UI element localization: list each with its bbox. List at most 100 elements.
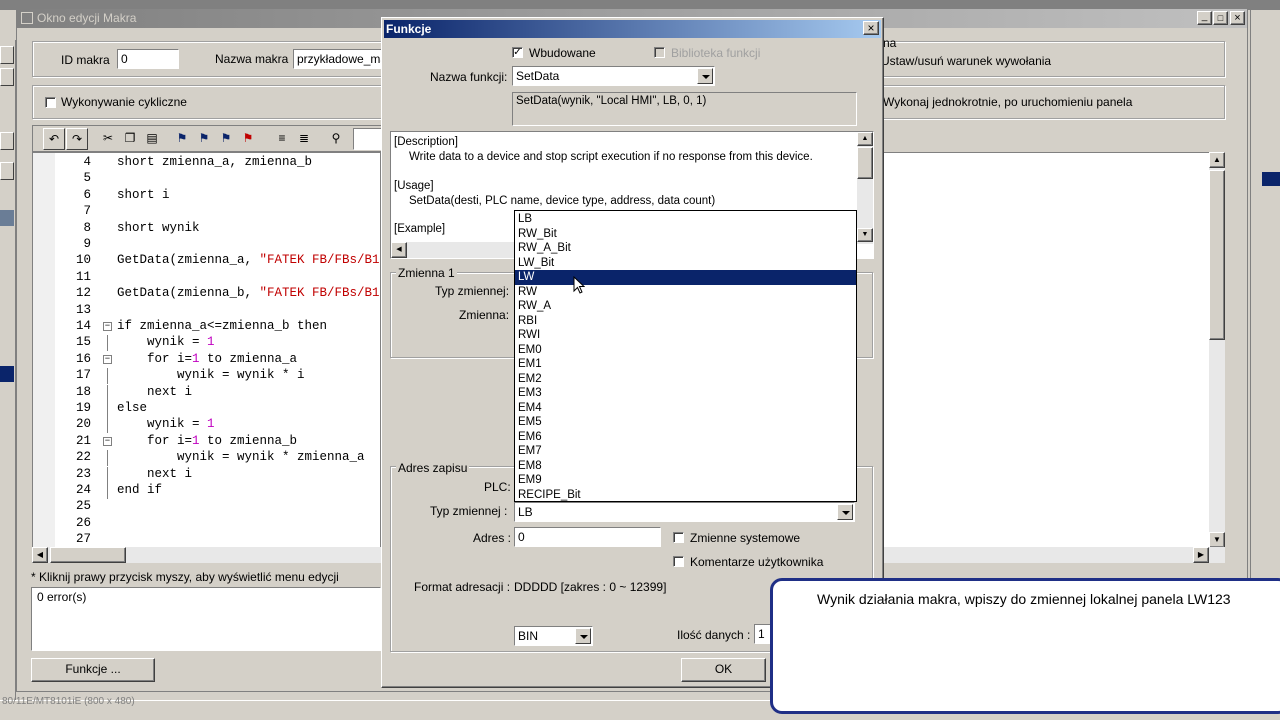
vscroll-thumb[interactable] bbox=[1209, 170, 1225, 340]
outdent-icon[interactable]: ≣ bbox=[293, 128, 315, 150]
dropdown-option[interactable]: EM1 bbox=[515, 357, 856, 372]
dropdown-option[interactable]: RW_Bit bbox=[515, 227, 856, 242]
indent-icon[interactable]: ≡ bbox=[271, 128, 293, 150]
tool-icon[interactable] bbox=[0, 68, 14, 86]
dropdown-option[interactable]: EM4 bbox=[515, 401, 856, 416]
code-line[interactable]: 27 bbox=[33, 532, 380, 547]
trigger-label[interactable]: Ustaw/usuń warunek wywołania bbox=[881, 54, 1071, 68]
code-line[interactable]: 22 wynik = wynik * zmienna_a bbox=[33, 450, 380, 467]
code-line[interactable]: 24 end if bbox=[33, 483, 380, 500]
chevron-down-icon[interactable] bbox=[697, 68, 713, 84]
code-line[interactable]: 15 wynik = 1 bbox=[33, 335, 380, 352]
right-panel-dropdown[interactable] bbox=[1262, 172, 1280, 186]
code-line[interactable]: 10 GetData(zmienna_a, "FATEK FB/FBs/B1/B bbox=[33, 253, 380, 270]
code-line[interactable]: 23 next i bbox=[33, 466, 380, 484]
address-input[interactable]: 0 bbox=[514, 527, 661, 547]
dropdown-option[interactable]: RBI bbox=[515, 314, 856, 329]
close-button[interactable]: × bbox=[1230, 11, 1245, 25]
dropdown-option[interactable]: EM5 bbox=[515, 415, 856, 430]
code-line[interactable]: 6 short i bbox=[33, 188, 380, 205]
code-line[interactable]: 5 bbox=[33, 171, 380, 188]
help-scroll-left[interactable]: ◀ bbox=[391, 242, 407, 258]
bookmark-clear-icon[interactable]: ⚑ bbox=[237, 128, 259, 150]
help-vscrollbar[interactable]: ▲ ▼ bbox=[857, 132, 873, 244]
system-vars-checkbox[interactable] bbox=[673, 532, 684, 543]
dropdown-option[interactable]: EM9 bbox=[515, 473, 856, 488]
code-line[interactable]: 8 short wynik bbox=[33, 221, 380, 238]
code-editor[interactable]: 4 short zmienna_a, zmienna_b 5 6 short i 7 8 sh… bbox=[32, 152, 381, 548]
ok-button[interactable]: OK bbox=[681, 658, 766, 682]
bookmark-prev-icon[interactable]: ⚑ bbox=[215, 128, 237, 150]
scroll-thumb[interactable] bbox=[50, 547, 126, 563]
dropdown-option[interactable]: EM8 bbox=[515, 459, 856, 474]
editor-hscrollbar-right[interactable]: ▶ bbox=[883, 547, 1225, 563]
fold-toggle-icon[interactable]: − bbox=[103, 436, 112, 446]
dropdown-option[interactable]: EM2 bbox=[515, 372, 856, 387]
functions-button[interactable]: Funkcje ... bbox=[31, 658, 155, 682]
help-scroll-up[interactable]: ▲ bbox=[857, 132, 873, 146]
help-scroll-down[interactable]: ▼ bbox=[857, 228, 873, 242]
scroll-left-button[interactable]: ◀ bbox=[32, 547, 48, 563]
tool-icon[interactable] bbox=[0, 162, 14, 180]
tool-icon[interactable] bbox=[0, 132, 14, 150]
code-line[interactable]: 21 − for i=1 to zmienna_b bbox=[33, 434, 380, 451]
dropdown-option[interactable]: RW_A_Bit bbox=[515, 241, 856, 256]
id-input[interactable]: 0 bbox=[117, 49, 179, 69]
builtin-checkbox[interactable]: ✓ bbox=[512, 47, 523, 58]
dropdown-option[interactable]: LW_Bit bbox=[515, 256, 856, 271]
dropdown-option[interactable]: RWI bbox=[515, 328, 856, 343]
bookmark-next-icon[interactable]: ⚑ bbox=[193, 128, 215, 150]
scroll-down-button[interactable]: ▼ bbox=[1209, 532, 1225, 548]
dropdown-option[interactable]: EM0 bbox=[515, 343, 856, 358]
copy-icon[interactable]: ❐ bbox=[119, 128, 141, 150]
name-input[interactable]: przykładowe_makro bbox=[293, 49, 383, 69]
undo-icon[interactable]: ↶ bbox=[43, 128, 65, 150]
code-line[interactable]: 9 bbox=[33, 237, 380, 254]
redo-icon[interactable]: ↷ bbox=[66, 128, 88, 150]
cut-icon[interactable]: ✂ bbox=[97, 128, 119, 150]
code-line[interactable]: 17 wynik = wynik * i bbox=[33, 368, 380, 385]
dropdown-option[interactable]: EM7 bbox=[515, 444, 856, 459]
toolbar-search-field[interactable] bbox=[353, 128, 383, 150]
code-line[interactable]: 16 − for i=1 to zmienna_a bbox=[33, 352, 380, 369]
minimize-button[interactable]: _ bbox=[1197, 11, 1212, 25]
code-line[interactable]: 18 next i bbox=[33, 384, 380, 402]
tool-icon[interactable] bbox=[0, 46, 14, 64]
code-line[interactable]: 14 − if zmienna_a<=zmienna_b then bbox=[33, 319, 380, 336]
dropdown-option[interactable]: RW bbox=[515, 285, 856, 300]
dropdown-option[interactable]: RECIPE_Bit bbox=[515, 488, 856, 502]
code-line[interactable]: 7 bbox=[33, 204, 380, 221]
user-comments-checkbox[interactable] bbox=[673, 556, 684, 567]
cyclic-checkbox[interactable] bbox=[45, 97, 56, 108]
bookmark-toggle-icon[interactable]: ⚑ bbox=[171, 128, 193, 150]
code-line[interactable]: 11 bbox=[33, 270, 380, 287]
sidebar-active-tab[interactable] bbox=[0, 366, 14, 382]
fold-toggle-icon[interactable]: − bbox=[103, 354, 112, 364]
dropdown-option[interactable]: LB bbox=[515, 212, 856, 227]
code-line[interactable]: 20 wynik = 1 bbox=[33, 417, 380, 434]
code-line[interactable]: 19 else bbox=[33, 401, 380, 418]
fn-name-select[interactable]: SetData bbox=[512, 66, 715, 86]
chevron-down-icon[interactable] bbox=[575, 628, 591, 644]
code-line[interactable]: 4 short zmienna_a, zmienna_b bbox=[33, 155, 380, 172]
editor-vscrollbar[interactable]: ▲ ▼ bbox=[1209, 152, 1225, 548]
editor-hscrollbar[interactable]: ◀ bbox=[32, 547, 381, 563]
code-line[interactable]: 26 bbox=[33, 516, 380, 533]
chevron-down-icon[interactable] bbox=[837, 504, 853, 520]
dropdown-option[interactable]: EM3 bbox=[515, 386, 856, 401]
help-scroll-thumb[interactable] bbox=[857, 147, 873, 179]
var-type2-select[interactable]: LB bbox=[514, 502, 855, 522]
scroll-up-button[interactable]: ▲ bbox=[1209, 152, 1225, 168]
paste-icon[interactable]: ▤ bbox=[141, 128, 163, 150]
fold-toggle-icon[interactable]: − bbox=[103, 322, 112, 331]
code-line[interactable]: 12 GetData(zmienna_b, "FATEK FB/FBs/B1/B bbox=[33, 286, 380, 303]
scroll-right-button[interactable]: ▶ bbox=[1193, 547, 1209, 563]
dialog-close-button[interactable]: × bbox=[863, 21, 879, 35]
maximize-button[interactable]: □ bbox=[1213, 11, 1228, 25]
dropdown-option[interactable]: LW bbox=[515, 270, 856, 285]
sidebar-active-tab[interactable] bbox=[0, 210, 14, 226]
code-line[interactable]: 25 bbox=[33, 499, 380, 516]
var-type-dropdown-list[interactable]: LB RW_Bit RW_A_Bit LW_Bit LW RW RW_A RBI RWI EM0 E… bbox=[514, 210, 857, 502]
code-line[interactable]: 13 bbox=[33, 303, 380, 320]
dropdown-option[interactable]: RW_A bbox=[515, 299, 856, 314]
